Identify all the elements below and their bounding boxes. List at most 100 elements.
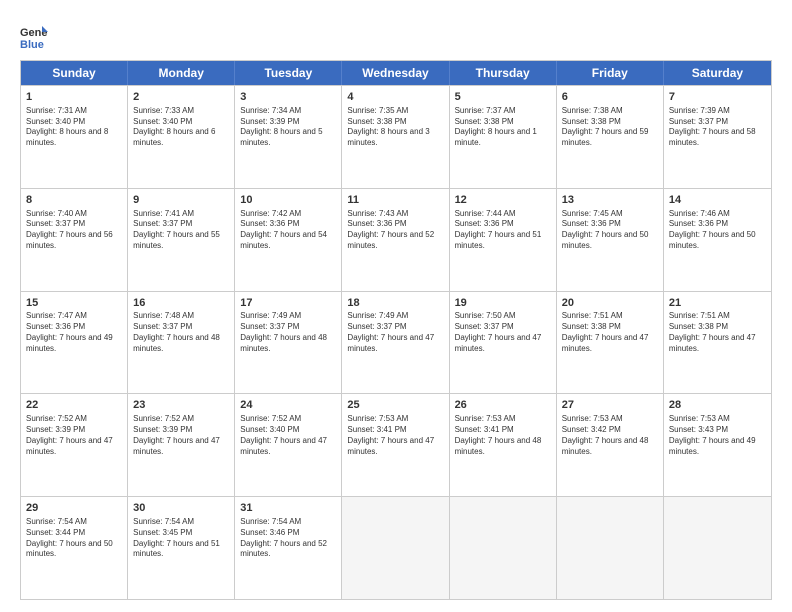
calendar-cell: 20Sunrise: 7:51 AM Sunset: 3:38 PM Dayli… [557, 292, 664, 394]
calendar-cell-empty [664, 497, 771, 599]
day-info: Sunrise: 7:31 AM Sunset: 3:40 PM Dayligh… [26, 106, 122, 149]
day-number: 10 [240, 193, 336, 208]
day-info: Sunrise: 7:38 AM Sunset: 3:38 PM Dayligh… [562, 106, 658, 149]
day-number: 13 [562, 193, 658, 208]
calendar-cell: 19Sunrise: 7:50 AM Sunset: 3:37 PM Dayli… [450, 292, 557, 394]
day-info: Sunrise: 7:39 AM Sunset: 3:37 PM Dayligh… [669, 106, 766, 149]
day-info: Sunrise: 7:54 AM Sunset: 3:46 PM Dayligh… [240, 517, 336, 560]
calendar-header-cell: Monday [128, 61, 235, 85]
day-number: 26 [455, 398, 551, 413]
calendar-cell: 27Sunrise: 7:53 AM Sunset: 3:42 PM Dayli… [557, 394, 664, 496]
calendar-header-cell: Saturday [664, 61, 771, 85]
calendar-cell-empty [342, 497, 449, 599]
day-info: Sunrise: 7:49 AM Sunset: 3:37 PM Dayligh… [240, 311, 336, 354]
day-number: 1 [26, 90, 122, 105]
calendar-cell: 22Sunrise: 7:52 AM Sunset: 3:39 PM Dayli… [21, 394, 128, 496]
calendar-cell: 10Sunrise: 7:42 AM Sunset: 3:36 PM Dayli… [235, 189, 342, 291]
calendar-week: 15Sunrise: 7:47 AM Sunset: 3:36 PM Dayli… [21, 291, 771, 394]
calendar-cell: 29Sunrise: 7:54 AM Sunset: 3:44 PM Dayli… [21, 497, 128, 599]
day-info: Sunrise: 7:53 AM Sunset: 3:42 PM Dayligh… [562, 414, 658, 457]
day-number: 4 [347, 90, 443, 105]
day-info: Sunrise: 7:52 AM Sunset: 3:39 PM Dayligh… [26, 414, 122, 457]
calendar-week: 22Sunrise: 7:52 AM Sunset: 3:39 PM Dayli… [21, 393, 771, 496]
day-info: Sunrise: 7:51 AM Sunset: 3:38 PM Dayligh… [562, 311, 658, 354]
day-info: Sunrise: 7:37 AM Sunset: 3:38 PM Dayligh… [455, 106, 551, 149]
day-number: 20 [562, 296, 658, 311]
day-number: 2 [133, 90, 229, 105]
day-number: 28 [669, 398, 766, 413]
calendar-cell: 15Sunrise: 7:47 AM Sunset: 3:36 PM Dayli… [21, 292, 128, 394]
header: General Blue [20, 18, 772, 50]
day-number: 6 [562, 90, 658, 105]
calendar-cell: 13Sunrise: 7:45 AM Sunset: 3:36 PM Dayli… [557, 189, 664, 291]
calendar-cell: 2Sunrise: 7:33 AM Sunset: 3:40 PM Daylig… [128, 86, 235, 188]
calendar-cell: 7Sunrise: 7:39 AM Sunset: 3:37 PM Daylig… [664, 86, 771, 188]
calendar-cell: 11Sunrise: 7:43 AM Sunset: 3:36 PM Dayli… [342, 189, 449, 291]
day-info: Sunrise: 7:54 AM Sunset: 3:45 PM Dayligh… [133, 517, 229, 560]
day-number: 21 [669, 296, 766, 311]
page: General Blue SundayMondayTuesdayWednesda… [0, 0, 792, 612]
day-number: 14 [669, 193, 766, 208]
calendar-week: 29Sunrise: 7:54 AM Sunset: 3:44 PM Dayli… [21, 496, 771, 599]
day-info: Sunrise: 7:53 AM Sunset: 3:41 PM Dayligh… [347, 414, 443, 457]
calendar-cell: 12Sunrise: 7:44 AM Sunset: 3:36 PM Dayli… [450, 189, 557, 291]
day-info: Sunrise: 7:46 AM Sunset: 3:36 PM Dayligh… [669, 209, 766, 252]
day-info: Sunrise: 7:41 AM Sunset: 3:37 PM Dayligh… [133, 209, 229, 252]
calendar-cell: 4Sunrise: 7:35 AM Sunset: 3:38 PM Daylig… [342, 86, 449, 188]
calendar-cell-empty [450, 497, 557, 599]
calendar-cell: 25Sunrise: 7:53 AM Sunset: 3:41 PM Dayli… [342, 394, 449, 496]
day-info: Sunrise: 7:45 AM Sunset: 3:36 PM Dayligh… [562, 209, 658, 252]
day-number: 25 [347, 398, 443, 413]
calendar-cell-empty [557, 497, 664, 599]
calendar-cell: 24Sunrise: 7:52 AM Sunset: 3:40 PM Dayli… [235, 394, 342, 496]
calendar-cell: 3Sunrise: 7:34 AM Sunset: 3:39 PM Daylig… [235, 86, 342, 188]
calendar-cell: 28Sunrise: 7:53 AM Sunset: 3:43 PM Dayli… [664, 394, 771, 496]
day-info: Sunrise: 7:44 AM Sunset: 3:36 PM Dayligh… [455, 209, 551, 252]
day-info: Sunrise: 7:54 AM Sunset: 3:44 PM Dayligh… [26, 517, 122, 560]
day-info: Sunrise: 7:51 AM Sunset: 3:38 PM Dayligh… [669, 311, 766, 354]
day-info: Sunrise: 7:52 AM Sunset: 3:39 PM Dayligh… [133, 414, 229, 457]
day-number: 30 [133, 501, 229, 516]
calendar-header-cell: Tuesday [235, 61, 342, 85]
calendar-cell: 1Sunrise: 7:31 AM Sunset: 3:40 PM Daylig… [21, 86, 128, 188]
calendar-body: 1Sunrise: 7:31 AM Sunset: 3:40 PM Daylig… [21, 85, 771, 599]
day-info: Sunrise: 7:53 AM Sunset: 3:43 PM Dayligh… [669, 414, 766, 457]
day-number: 12 [455, 193, 551, 208]
logo: General Blue [20, 22, 52, 50]
calendar-header: SundayMondayTuesdayWednesdayThursdayFrid… [21, 61, 771, 85]
calendar-header-cell: Friday [557, 61, 664, 85]
calendar-cell: 9Sunrise: 7:41 AM Sunset: 3:37 PM Daylig… [128, 189, 235, 291]
svg-text:Blue: Blue [20, 39, 44, 50]
calendar-cell: 21Sunrise: 7:51 AM Sunset: 3:38 PM Dayli… [664, 292, 771, 394]
day-info: Sunrise: 7:34 AM Sunset: 3:39 PM Dayligh… [240, 106, 336, 149]
calendar-cell: 23Sunrise: 7:52 AM Sunset: 3:39 PM Dayli… [128, 394, 235, 496]
day-info: Sunrise: 7:42 AM Sunset: 3:36 PM Dayligh… [240, 209, 336, 252]
calendar-cell: 5Sunrise: 7:37 AM Sunset: 3:38 PM Daylig… [450, 86, 557, 188]
day-number: 19 [455, 296, 551, 311]
day-number: 5 [455, 90, 551, 105]
calendar-cell: 8Sunrise: 7:40 AM Sunset: 3:37 PM Daylig… [21, 189, 128, 291]
day-info: Sunrise: 7:48 AM Sunset: 3:37 PM Dayligh… [133, 311, 229, 354]
calendar-header-cell: Wednesday [342, 61, 449, 85]
day-number: 29 [26, 501, 122, 516]
logo-icon: General Blue [20, 22, 48, 50]
day-number: 15 [26, 296, 122, 311]
day-number: 23 [133, 398, 229, 413]
calendar-header-cell: Thursday [450, 61, 557, 85]
calendar-cell: 17Sunrise: 7:49 AM Sunset: 3:37 PM Dayli… [235, 292, 342, 394]
day-info: Sunrise: 7:52 AM Sunset: 3:40 PM Dayligh… [240, 414, 336, 457]
day-number: 17 [240, 296, 336, 311]
day-number: 7 [669, 90, 766, 105]
calendar: SundayMondayTuesdayWednesdayThursdayFrid… [20, 60, 772, 600]
day-info: Sunrise: 7:50 AM Sunset: 3:37 PM Dayligh… [455, 311, 551, 354]
day-info: Sunrise: 7:47 AM Sunset: 3:36 PM Dayligh… [26, 311, 122, 354]
day-info: Sunrise: 7:35 AM Sunset: 3:38 PM Dayligh… [347, 106, 443, 149]
day-number: 31 [240, 501, 336, 516]
day-number: 8 [26, 193, 122, 208]
day-number: 27 [562, 398, 658, 413]
day-number: 16 [133, 296, 229, 311]
calendar-cell: 18Sunrise: 7:49 AM Sunset: 3:37 PM Dayli… [342, 292, 449, 394]
calendar-cell: 16Sunrise: 7:48 AM Sunset: 3:37 PM Dayli… [128, 292, 235, 394]
day-info: Sunrise: 7:40 AM Sunset: 3:37 PM Dayligh… [26, 209, 122, 252]
day-info: Sunrise: 7:53 AM Sunset: 3:41 PM Dayligh… [455, 414, 551, 457]
